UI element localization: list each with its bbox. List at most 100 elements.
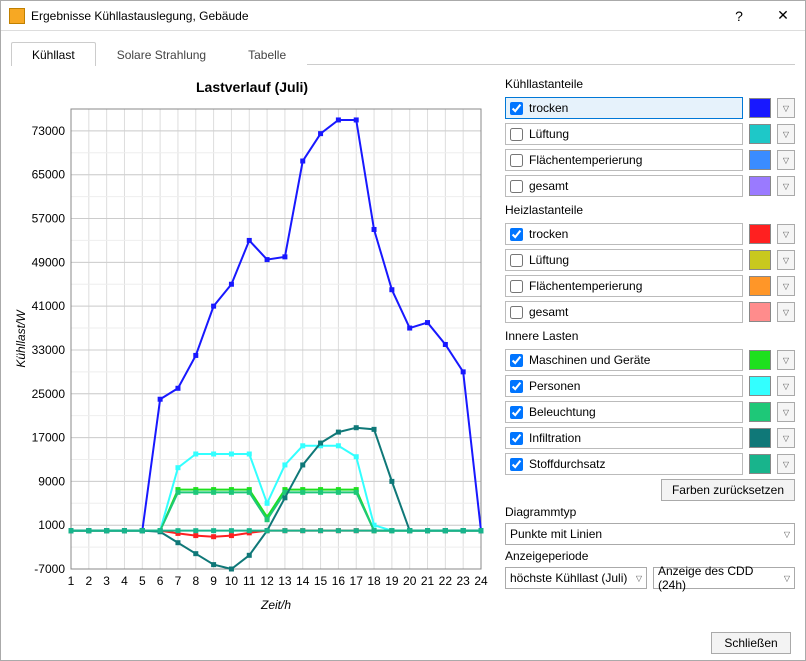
legend-color-swatch[interactable] xyxy=(749,402,771,422)
svg-text:10: 10 xyxy=(225,574,239,588)
legend-row-heiz-2: Flächentemperierung ▽ xyxy=(505,273,795,299)
svg-text:41000: 41000 xyxy=(32,299,66,313)
legend-checkbox[interactable] xyxy=(510,102,523,115)
legend-color-swatch[interactable] xyxy=(749,98,771,118)
legend-color-swatch[interactable] xyxy=(749,302,771,322)
main-area: Kühllast Solare Strahlung Tabelle Lastve… xyxy=(1,31,805,625)
legend-color-dropdown[interactable]: ▽ xyxy=(777,150,795,170)
legend-checkbox[interactable] xyxy=(510,128,523,141)
legend-color-dropdown[interactable]: ▽ xyxy=(777,124,795,144)
legend-color-dropdown[interactable]: ▽ xyxy=(777,454,795,474)
legend-box[interactable]: trocken xyxy=(505,97,743,119)
side-panel: Kühllastanteile trocken▽Lüftung▽Flächent… xyxy=(505,73,795,619)
select-period-2-value: Anzeige des CDD (24h) xyxy=(658,564,784,592)
legend-color-dropdown[interactable]: ▽ xyxy=(777,302,795,322)
svg-text:12: 12 xyxy=(260,574,274,588)
legend-label: Stoffdurchsatz xyxy=(529,457,606,471)
legend-color-dropdown[interactable]: ▽ xyxy=(777,176,795,196)
help-button[interactable]: ? xyxy=(717,1,761,31)
legend-box[interactable]: Beleuchtung xyxy=(505,401,743,423)
select-diagtype-value: Punkte mit Linien xyxy=(510,527,602,541)
legend-label: Personen xyxy=(529,379,580,393)
legend-row-inner-2: Beleuchtung ▽ xyxy=(505,399,795,425)
legend-color-swatch[interactable] xyxy=(749,376,771,396)
legend-checkbox[interactable] xyxy=(510,228,523,241)
svg-text:73000: 73000 xyxy=(32,124,66,138)
svg-text:8: 8 xyxy=(192,574,199,588)
legend-box[interactable]: gesamt xyxy=(505,175,743,197)
svg-text:3: 3 xyxy=(103,574,110,588)
legend-color-dropdown[interactable]: ▽ xyxy=(777,350,795,370)
svg-text:20: 20 xyxy=(403,574,417,588)
legend-color-swatch[interactable] xyxy=(749,250,771,270)
legend-color-swatch[interactable] xyxy=(749,454,771,474)
title-bar: Ergebnisse Kühllastauslegung, Gebäude ? … xyxy=(1,1,805,31)
select-period-1[interactable]: höchste Kühllast (Juli)▽ xyxy=(505,567,647,589)
legend-color-dropdown[interactable]: ▽ xyxy=(777,428,795,448)
legend-checkbox[interactable] xyxy=(510,306,523,319)
legend-checkbox[interactable] xyxy=(510,280,523,293)
tab-kuehllast[interactable]: Kühllast xyxy=(11,42,96,66)
legend-checkbox[interactable] xyxy=(510,354,523,367)
svg-text:-7000: -7000 xyxy=(34,562,65,576)
legend-box[interactable]: Lüftung xyxy=(505,123,743,145)
legend-checkbox[interactable] xyxy=(510,180,523,193)
app-icon xyxy=(9,8,25,24)
legend-color-dropdown[interactable]: ▽ xyxy=(777,402,795,422)
legend-box[interactable]: gesamt xyxy=(505,301,743,323)
select-diagtype[interactable]: Punkte mit Linien▽ xyxy=(505,523,795,545)
chart-title: Lastverlauf (Juli) xyxy=(11,73,493,99)
legend-box[interactable]: Flächentemperierung xyxy=(505,149,743,171)
legend-color-dropdown[interactable]: ▽ xyxy=(777,224,795,244)
legend-box[interactable]: Maschinen und Geräte xyxy=(505,349,743,371)
legend-color-swatch[interactable] xyxy=(749,124,771,144)
tab-solare[interactable]: Solare Strahlung xyxy=(96,42,227,66)
legend-row-heiz-1: Lüftung ▽ xyxy=(505,247,795,273)
legend-box[interactable]: trocken xyxy=(505,223,743,245)
legend-checkbox[interactable] xyxy=(510,254,523,267)
legend-color-swatch[interactable] xyxy=(749,428,771,448)
svg-text:19: 19 xyxy=(385,574,399,588)
legend-row-inner-4: Stoffdurchsatz ▽ xyxy=(505,451,795,477)
footer: Schließen xyxy=(1,625,805,660)
legend-box[interactable]: Infiltration xyxy=(505,427,743,449)
select-period-2[interactable]: Anzeige des CDD (24h)▽ xyxy=(653,567,795,589)
legend-label: Infiltration xyxy=(529,431,581,445)
section-kuehl: Kühllastanteile xyxy=(505,77,795,91)
legend-color-swatch[interactable] xyxy=(749,224,771,244)
legend-color-dropdown[interactable]: ▽ xyxy=(777,250,795,270)
legend-box[interactable]: Flächentemperierung xyxy=(505,275,743,297)
label-period: Anzeigeperiode xyxy=(505,549,795,563)
svg-text:57000: 57000 xyxy=(32,212,66,226)
legend-box[interactable]: Lüftung xyxy=(505,249,743,271)
legend-color-swatch[interactable] xyxy=(749,350,771,370)
legend-checkbox[interactable] xyxy=(510,154,523,167)
legend-checkbox[interactable] xyxy=(510,432,523,445)
legend-box[interactable]: Personen xyxy=(505,375,743,397)
legend-checkbox[interactable] xyxy=(510,406,523,419)
svg-text:1000: 1000 xyxy=(38,518,65,532)
tab-tabelle[interactable]: Tabelle xyxy=(227,42,307,66)
svg-text:23: 23 xyxy=(456,574,470,588)
legend-label: Lüftung xyxy=(529,253,569,267)
legend-checkbox[interactable] xyxy=(510,380,523,393)
legend-color-swatch[interactable] xyxy=(749,150,771,170)
chart-pane: Lastverlauf (Juli) -70001000900017000250… xyxy=(11,73,493,619)
section-heiz: Heizlastanteile xyxy=(505,203,795,217)
legend-label: gesamt xyxy=(529,179,568,193)
legend-color-dropdown[interactable]: ▽ xyxy=(777,276,795,296)
label-diagtype: Diagrammtyp xyxy=(505,505,795,519)
legend-checkbox[interactable] xyxy=(510,458,523,471)
reset-colors-button[interactable]: Farben zurücksetzen xyxy=(661,479,795,501)
legend-box[interactable]: Stoffdurchsatz xyxy=(505,453,743,475)
svg-text:22: 22 xyxy=(439,574,453,588)
legend-color-dropdown[interactable]: ▽ xyxy=(777,376,795,396)
legend-row-heiz-0: trocken ▽ xyxy=(505,221,795,247)
legend-color-dropdown[interactable]: ▽ xyxy=(777,98,795,118)
close-button[interactable]: Schließen xyxy=(711,632,791,654)
tab-bar: Kühllast Solare Strahlung Tabelle xyxy=(11,41,795,65)
legend-color-swatch[interactable] xyxy=(749,176,771,196)
close-window-button[interactable]: ✕ xyxy=(761,1,805,31)
legend-color-swatch[interactable] xyxy=(749,276,771,296)
legend-row-inner-1: Personen ▽ xyxy=(505,373,795,399)
